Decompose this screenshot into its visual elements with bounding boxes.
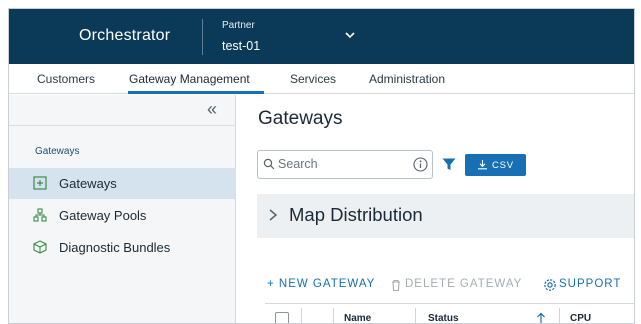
page-title: Gateways [258,108,343,129]
app-title: Orchestrator [79,27,171,44]
main-content: Gateways Search CSV Map Distribution + N… [237,95,634,324]
sidebar-item-label: Diagnostic Bundles [59,240,171,255]
tab-gateway-management[interactable]: Gateway Management [129,72,250,86]
new-gateway-button[interactable]: + NEW GATEWAY [267,278,375,290]
select-all-checkbox[interactable] [275,312,289,323]
table-header: Name Status CPU [265,303,634,324]
top-header: Orchestrator Partner test-01 [9,9,634,64]
partner-selector[interactable]: test-01 [222,39,260,53]
column-separator [333,308,334,323]
sidebar-item-label: Gateways [59,176,117,191]
column-separator [301,308,302,323]
partner-label: Partner [222,20,255,31]
support-button[interactable]: SUPPORT [559,278,621,290]
tab-customers[interactable]: Customers [37,72,95,86]
sidebar-item-gateway-pools[interactable]: Gateway Pools [9,200,236,231]
header-divider [202,19,203,55]
column-separator [415,308,416,323]
tab-services[interactable]: Services [290,72,336,86]
csv-label: CSV [492,160,514,171]
sidebar-item-diagnostic-bundles[interactable]: Diagnostic Bundles [9,232,236,263]
search-input[interactable]: Search [257,150,433,179]
map-distribution-accordion[interactable]: Map Distribution [257,194,634,238]
sidebar-section-title: Gateways [35,146,80,157]
app-window: Orchestrator Partner test-01 Customers G… [8,8,635,324]
column-header-status[interactable]: Status [428,313,459,323]
column-separator [559,308,560,323]
search-placeholder: Search [278,157,318,171]
active-tab-indicator [128,91,264,94]
sidebar-item-label: Gateway Pools [59,208,147,223]
tab-administration[interactable]: Administration [369,72,445,86]
download-icon [478,160,487,170]
sidebar-divider [9,125,236,126]
search-icon [263,158,275,170]
gear-icon [544,279,556,291]
bundle-icon [33,240,47,254]
chevron-right-icon [269,209,278,221]
chevron-down-icon[interactable] [343,28,357,42]
gateway-icon [33,176,47,190]
accordion-title: Map Distribution [289,204,423,225]
delete-gateway-button: DELETE GATEWAY [405,278,523,290]
csv-export-button[interactable]: CSV [465,154,526,176]
sidebar: « Gateways Gateways Gateway Pools Diagno… [9,95,236,323]
column-header-cpu[interactable]: CPU [570,313,591,323]
collapse-sidebar-icon[interactable]: « [207,99,217,120]
filter-icon[interactable] [442,158,456,171]
trash-icon [392,279,400,292]
sidebar-item-gateways[interactable]: Gateways [9,168,236,199]
info-icon[interactable] [413,157,428,172]
column-header-name[interactable]: Name [344,313,371,323]
sort-arrow-up-icon[interactable] [536,312,546,324]
pool-icon [33,208,47,222]
top-nav: Customers Gateway Management Services Ad… [9,64,634,94]
